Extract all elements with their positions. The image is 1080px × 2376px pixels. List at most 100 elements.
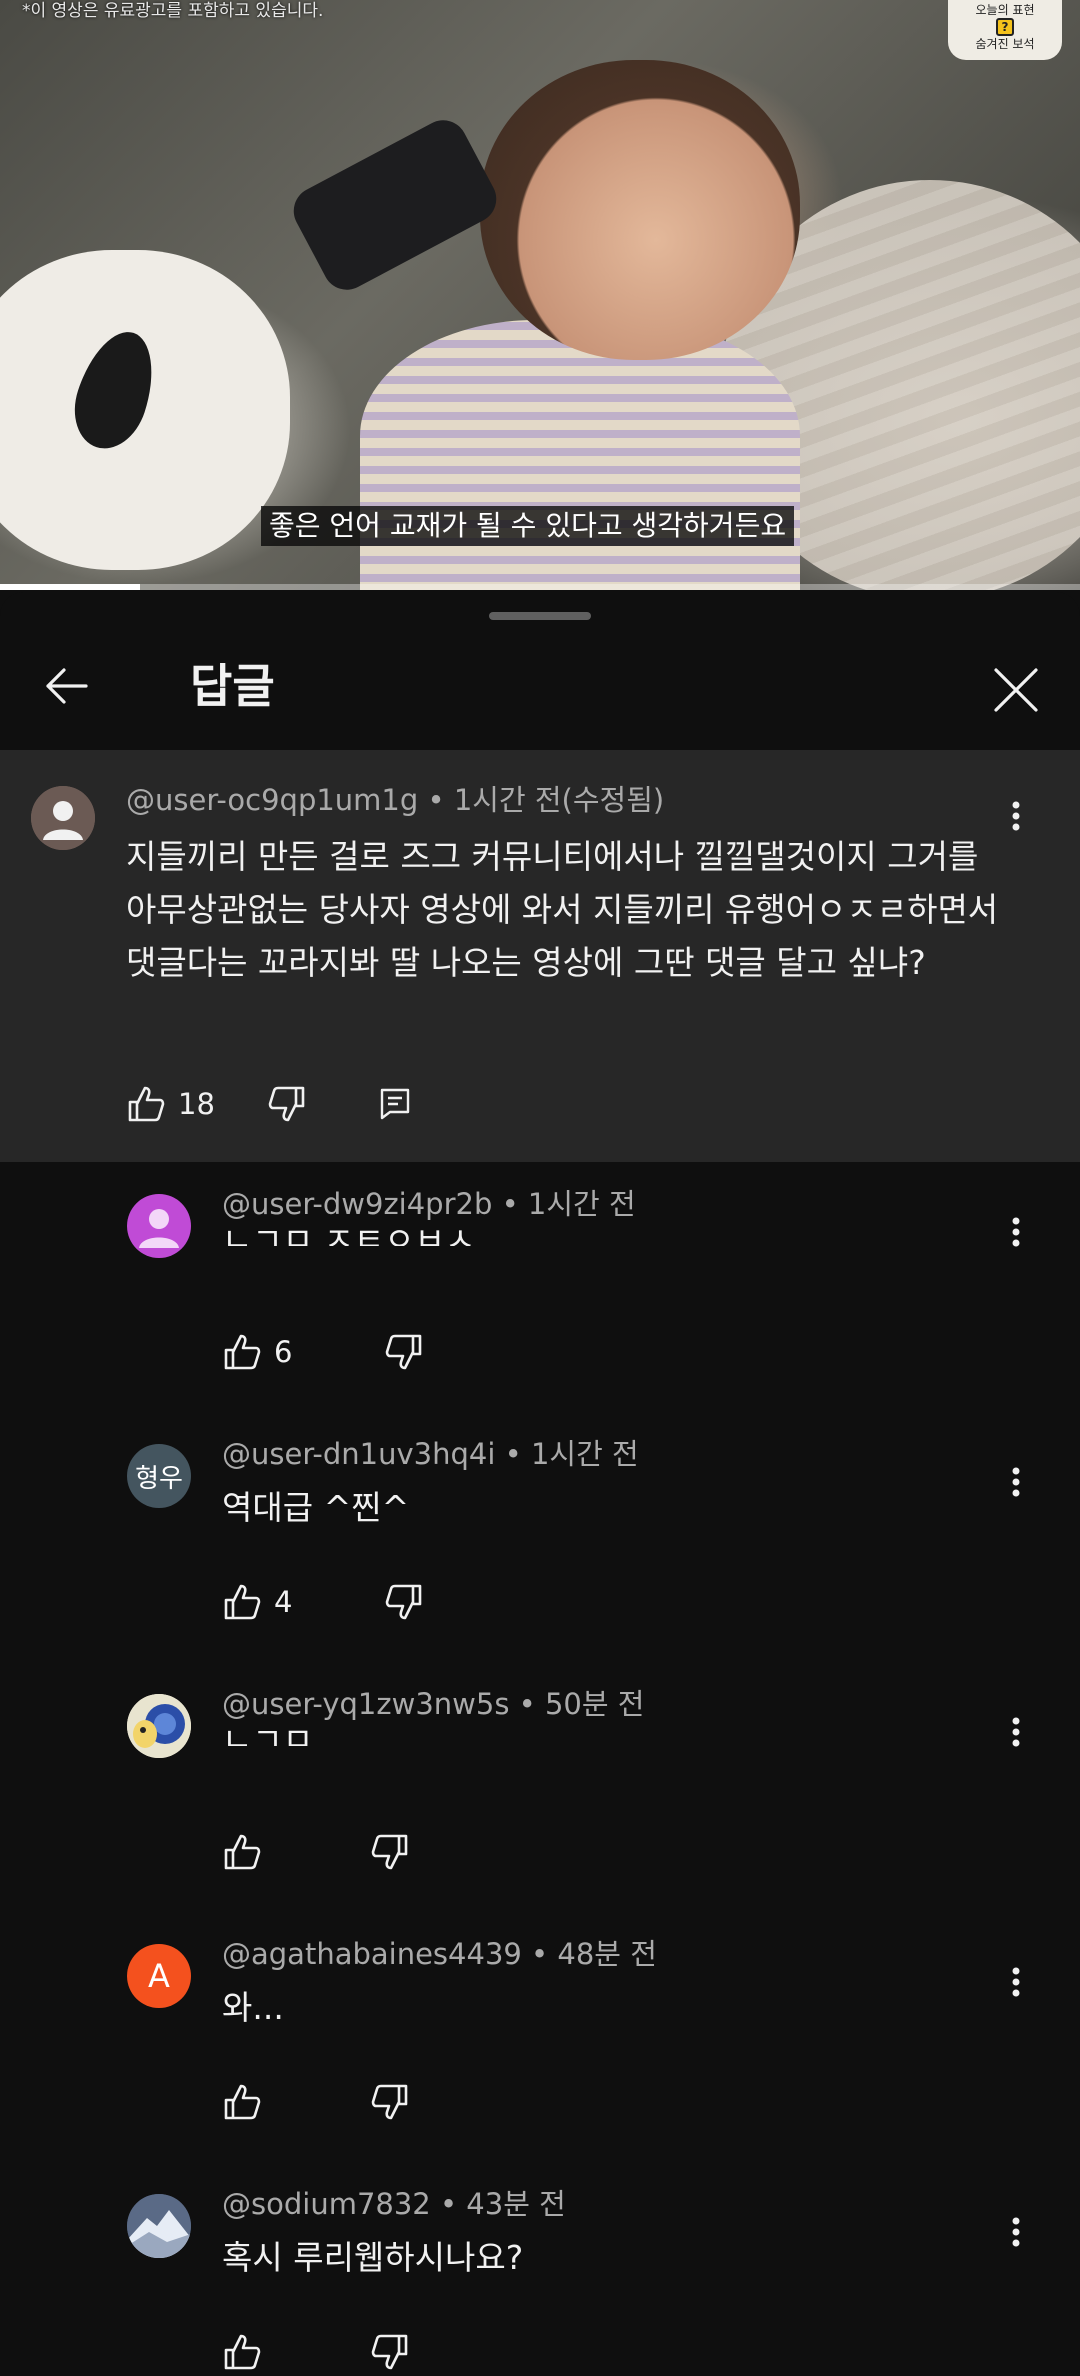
dislike-button[interactable] (384, 1578, 424, 1626)
back-button[interactable] (22, 650, 110, 722)
paid-promotion-notice: *이 영상은 유료광고를 포함하고 있습니다. (22, 1, 324, 21)
thumbs-down-icon (386, 1584, 422, 1620)
reply-item: 형우 @user-dn1uv3hq4i • 1시간 전 역대급 ^찐^ 4 (0, 1412, 1080, 1662)
video-progress-fill (0, 584, 141, 590)
like-button[interactable]: 6 (222, 1328, 292, 1376)
comment-time: 1시간 전(수정됨) (453, 783, 665, 817)
meta-separator: • (495, 1437, 531, 1471)
more-vert-icon (1012, 1967, 1020, 1997)
avatar[interactable]: A (127, 1944, 191, 2008)
reply-item: @user-yq1zw3nw5s • 50분 전 ㄴㄱㅁ (0, 1662, 1080, 1912)
comment-actions: 4 (222, 1578, 424, 1626)
comment-author[interactable]: @user-dn1uv3hq4i (222, 1437, 495, 1471)
comment-menu-button[interactable] (996, 1452, 1036, 1512)
mountain-avatar-icon (127, 2194, 191, 2258)
page-title: 답글 (190, 659, 275, 713)
video-badge: 오늘의 표현 ? 숨겨진 보석 (948, 0, 1062, 60)
comment-time: 43분 전 (466, 2187, 566, 2221)
like-button[interactable] (222, 2328, 262, 2376)
close-button[interactable] (976, 650, 1056, 730)
like-button[interactable]: 4 (222, 1578, 292, 1626)
drag-handle[interactable] (489, 612, 591, 620)
comment-time: 50분 전 (544, 1687, 645, 1721)
comment-time: 1시간 전 (527, 1187, 636, 1221)
thumbs-down-icon (371, 2084, 408, 2120)
like-button[interactable] (222, 2078, 262, 2126)
comment-text: ㄴㄱㅁ ㅈㅌㅇㅂㅅ (222, 1220, 476, 1246)
comment-actions (222, 1828, 410, 1876)
reply-item: @user-dw9zi4pr2b • 1시간 전 ㄴㄱㅁ ㅈㅌㅇㅂㅅ 6 (0, 1162, 1080, 1412)
badge-line1: 오늘의 표현 (975, 3, 1035, 17)
thumbs-up-icon (224, 1584, 261, 1620)
sheet-header: 답글 (0, 624, 1080, 750)
thumbs-up-icon (224, 1334, 261, 1370)
avatar[interactable] (127, 2194, 191, 2258)
meta-separator: • (509, 1687, 545, 1721)
avatar-initials: 형우 (135, 1463, 183, 1494)
comment-text: 와... (222, 1988, 284, 2027)
thumbs-up-icon (224, 2084, 261, 2120)
more-vert-icon (1012, 801, 1020, 831)
comment-menu-button[interactable] (996, 2202, 1036, 2262)
comment-actions: 6 (222, 1328, 424, 1376)
comment-time: 48분 전 (557, 1937, 657, 1971)
comment-time: 1시간 전 (530, 1437, 639, 1471)
comment-meta: @user-dn1uv3hq4i • 1시간 전 (222, 1434, 639, 1474)
more-vert-icon (1012, 2217, 1020, 2247)
dislike-button[interactable] (267, 1080, 307, 1128)
comment-menu-button[interactable] (996, 1952, 1036, 2012)
replies-sheet: 답글 @user-oc9qp1um1g • 1시간 전(수정됨) 지들끼리 만든… (0, 592, 1080, 2376)
avatar[interactable]: 형우 (127, 1444, 191, 1508)
comment-actions: 18 (126, 1080, 411, 1128)
thumbs-down-icon (371, 2334, 408, 2370)
comment-menu-button[interactable] (996, 1702, 1036, 1762)
thumbs-up-icon (224, 2334, 261, 2370)
comment-reply-icon (380, 1088, 410, 1120)
video-frame-toy-car (285, 111, 505, 299)
comment-text: 혹시 루리웹하시나요? (222, 2238, 524, 2277)
dislike-button[interactable] (370, 2078, 410, 2126)
like-button[interactable]: 18 (126, 1080, 215, 1128)
like-count: 18 (178, 1087, 215, 1121)
avatar[interactable] (127, 1194, 191, 1258)
video-frame-child (480, 60, 800, 360)
video-progress-bar[interactable] (0, 584, 1080, 590)
dislike-button[interactable] (370, 2328, 410, 2376)
arrow-left-icon (46, 668, 88, 704)
reply-item: @sodium7832 • 43분 전 혹시 루리웹하시나요? (0, 2162, 1080, 2376)
like-button[interactable] (222, 1828, 262, 1876)
thumbs-down-icon (268, 1086, 305, 1122)
thumbs-down-icon (371, 1834, 408, 1870)
close-icon (994, 668, 1038, 712)
comment-text: ㄴㄱㅁ (222, 1720, 314, 1746)
meta-separator: • (418, 783, 454, 817)
comment-text: 역대급 ^찐^ (222, 1488, 410, 1527)
comment-actions (222, 2328, 410, 2376)
comment-menu-button[interactable] (996, 1202, 1036, 1262)
reply-item: A @agathabaines4439 • 48분 전 와... (0, 1912, 1080, 2162)
badge-line2: 숨겨진 보석 (975, 37, 1035, 51)
comment-meta: @user-oc9qp1um1g • 1시간 전(수정됨) (126, 780, 664, 820)
like-count: 6 (274, 1335, 293, 1369)
avatar[interactable] (31, 786, 95, 850)
dislike-button[interactable] (384, 1328, 424, 1376)
comment-author[interactable]: @sodium7832 (222, 2187, 431, 2221)
comment-author[interactable]: @user-oc9qp1um1g (126, 783, 418, 817)
question-box-icon: ? (996, 18, 1014, 36)
comment-menu-button[interactable] (996, 786, 1036, 846)
dislike-button[interactable] (370, 1828, 410, 1876)
comment-meta: @agathabaines4439 • 48분 전 (222, 1934, 657, 1974)
thumbs-up-icon (224, 1834, 261, 1870)
parent-comment: @user-oc9qp1um1g • 1시간 전(수정됨) 지들끼리 만든 걸로… (0, 750, 1080, 1162)
avatar-initials: A (148, 1957, 170, 1995)
default-user-icon (139, 1209, 179, 1248)
reply-button[interactable] (379, 1080, 411, 1128)
comment-author[interactable]: @agathabaines4439 (222, 1937, 522, 1971)
meta-separator: • (521, 1937, 558, 1971)
video-player[interactable]: *이 영상은 유료광고를 포함하고 있습니다. 오늘의 표현 ? 숨겨진 보석 … (0, 0, 1080, 590)
meta-separator: • (430, 2187, 467, 2221)
avatar[interactable] (127, 1694, 191, 1758)
default-user-icon (31, 786, 95, 850)
meta-separator: • (492, 1187, 528, 1221)
comment-meta: @sodium7832 • 43분 전 (222, 2184, 566, 2224)
